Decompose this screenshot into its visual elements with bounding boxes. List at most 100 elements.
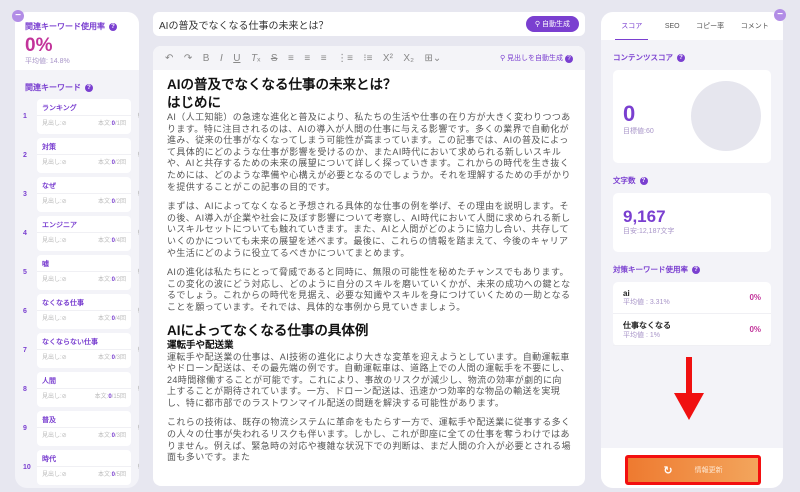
help-icon[interactable]: ? xyxy=(565,55,573,63)
tab-score[interactable]: スコア xyxy=(615,12,649,40)
flag-icon[interactable]: ⚑ xyxy=(137,346,139,354)
keyword-name: 対策 xyxy=(37,138,131,155)
body-target: /1回 xyxy=(114,121,126,127)
help-icon[interactable]: ? xyxy=(85,84,93,92)
collapse-right-icon[interactable]: − xyxy=(774,9,786,21)
auto-generate-label: 自動生成 xyxy=(542,21,570,28)
article-editor[interactable]: ↶ ↷ B I U Tₓ S ≡ ≡ ≡ ⋮≡ ⁝≡ X² X₂ ⊞⌄ ⚲ 見出… xyxy=(153,46,585,486)
flag-icon[interactable]: ⚑ xyxy=(137,307,139,315)
keyword-item[interactable]: 4 エンジニア 見出し:⊘ 本文:0/4回 ⚑ xyxy=(15,214,139,253)
keyword-item[interactable]: 1 ランキング 見出し:⊘ 本文:0/1回 ⚑ xyxy=(15,97,139,136)
rate-average: 平均値: 14.8% xyxy=(25,58,70,65)
tab-seo[interactable]: SEO xyxy=(665,23,680,30)
keyword-name: なくなる仕事 xyxy=(37,294,131,311)
keyword-card: なくなる仕事 見出し:⊘ 本文:0/4回 xyxy=(37,294,131,329)
check-icon: ⊘ xyxy=(61,472,67,478)
strikethrough-icon[interactable]: S xyxy=(271,53,278,64)
subscript-icon[interactable]: X₂ xyxy=(403,53,414,64)
flag-icon[interactable]: ⚑ xyxy=(137,151,139,159)
rate-title-label: 関連キーワード使用率 xyxy=(25,22,105,31)
related-keywords-panel: 関連キーワード使用率? 0% 平均値: 14.8% 関連キーワード? 1 ランキ… xyxy=(15,12,139,488)
check-icon: ⊘ xyxy=(61,160,67,166)
help-icon[interactable]: ? xyxy=(639,176,648,185)
table-icon[interactable]: ⊞⌄ xyxy=(424,53,441,64)
flag-icon[interactable]: ⚑ xyxy=(137,112,139,120)
keyword-item[interactable]: 6 なくなる仕事 見出し:⊘ 本文:0/4回 ⚑ xyxy=(15,292,139,331)
update-label: 情報更新 xyxy=(694,467,723,474)
collapse-left-icon[interactable]: − xyxy=(12,10,24,22)
keyword-card: 普及 見出し:⊘ 本文:0/3回 xyxy=(37,411,131,446)
align-right-icon[interactable]: ≡ xyxy=(321,53,327,64)
flag-icon[interactable]: ⚑ xyxy=(137,229,139,237)
keyword-number: 4 xyxy=(23,230,27,237)
help-icon[interactable]: ? xyxy=(677,53,685,62)
heading-usage: 見出し:⊘ xyxy=(42,237,67,245)
body-target: /4回 xyxy=(114,316,126,322)
keyword-number: 2 xyxy=(23,152,27,159)
heading-usage: 見出し:⊘ xyxy=(42,471,67,479)
content-score-label: コンテンツスコア xyxy=(613,53,673,62)
keyword-number: 7 xyxy=(23,347,27,354)
keyword-item[interactable]: 3 なぜ 見出し:⊘ 本文:0/2回 ⚑ xyxy=(15,175,139,214)
flag-icon[interactable]: ⚑ xyxy=(137,268,139,276)
align-center-icon[interactable]: ≡ xyxy=(304,53,310,64)
keyword-average: 平均値 : 1% xyxy=(623,331,660,339)
redo-icon[interactable]: ↷ xyxy=(184,53,192,64)
italic-icon[interactable]: I xyxy=(220,53,223,64)
keyword-item[interactable]: 5 嘘 見出し:⊘ 本文:0/2回 ⚑ xyxy=(15,253,139,292)
check-icon: ⊘ xyxy=(61,238,67,244)
title-field[interactable]: AIの普及でなくなる仕事の未来とは？ ⚲ 自動生成 xyxy=(153,12,585,36)
keyword-card: エンジニア 見出し:⊘ 本文:0/4回 xyxy=(37,216,131,251)
underline-icon[interactable]: U xyxy=(233,53,240,64)
check-icon: ⊘ xyxy=(61,121,67,127)
body-usage: 本文:0/15回 xyxy=(95,393,126,401)
align-left-icon[interactable]: ≡ xyxy=(288,53,294,64)
keyword-number: 10 xyxy=(23,464,31,471)
auto-generate-title-button[interactable]: ⚲ 自動生成 xyxy=(525,16,579,32)
body-usage: 本文:0/4回 xyxy=(98,315,126,323)
keyword-name: ai xyxy=(623,288,630,298)
heading-usage: 見出し:⊘ xyxy=(42,432,67,440)
keyword-card: なくならない仕事 見出し:⊘ 本文:0/3回 xyxy=(37,333,131,368)
heading-usage: 見出し:⊘ xyxy=(42,198,67,206)
flag-icon[interactable]: ⚑ xyxy=(137,424,139,432)
editor-body[interactable]: AIの普及でなくなる仕事の未来とは？ はじめに AI（人工知能）の急速な進化と普… xyxy=(153,70,585,464)
body-usage: 本文:0/3回 xyxy=(98,432,126,440)
clear-format-icon[interactable]: Tₓ xyxy=(251,53,260,64)
keyword-card: 時代 見出し:⊘ 本文:0/5回 xyxy=(37,450,131,485)
auto-generate-headings-button[interactable]: ⚲ 見出しを自動生成 ? xyxy=(500,53,573,63)
keyword-item[interactable]: 9 普及 見出し:⊘ 本文:0/3回 ⚑ xyxy=(15,409,139,448)
heading-usage: 見出し:⊘ xyxy=(42,315,67,323)
keyword-item[interactable]: 8 人間 見出し:⊘ 本文:0/15回 ⚑ xyxy=(15,370,139,409)
body-target: /3回 xyxy=(114,433,126,439)
keyword-card: ランキング 見出し:⊘ 本文:0/1回 xyxy=(37,99,131,134)
bullet-list-icon[interactable]: ⁝≡ xyxy=(363,53,372,64)
flag-icon[interactable]: ⚑ xyxy=(137,463,139,471)
help-icon[interactable]: ? xyxy=(692,265,700,274)
keyword-item[interactable]: 10 時代 見出し:⊘ 本文:0/5回 ⚑ xyxy=(15,448,139,487)
bold-icon[interactable]: B xyxy=(203,53,210,64)
keyword-item[interactable]: 7 なくならない仕事 見出し:⊘ 本文:0/3回 ⚑ xyxy=(15,331,139,370)
keyword-list-label: 関連キーワード xyxy=(25,83,81,92)
title-input[interactable]: AIの普及でなくなる仕事の未来とは？ xyxy=(159,17,328,32)
target-keyword-row: ai 平均値 : 3.31% 0% xyxy=(613,282,771,314)
ordered-list-icon[interactable]: ⋮≡ xyxy=(337,53,353,64)
tab-copy-rate[interactable]: コピー率 xyxy=(696,21,724,31)
flag-icon[interactable]: ⚑ xyxy=(137,385,139,393)
superscript-icon[interactable]: X² xyxy=(383,53,393,64)
heading-label: 見出し: xyxy=(42,433,62,439)
update-info-button[interactable]: ↻ 情報更新 xyxy=(625,455,761,485)
keyword-name: 時代 xyxy=(37,450,131,467)
keyword-name: なくならない仕事 xyxy=(37,333,131,350)
flag-icon[interactable]: ⚑ xyxy=(137,190,139,198)
body-target: /4回 xyxy=(114,238,126,244)
keyword-item[interactable]: 2 対策 見出し:⊘ 本文:0/2回 ⚑ xyxy=(15,136,139,175)
body-target: /2回 xyxy=(114,160,126,166)
help-icon[interactable]: ? xyxy=(109,23,117,31)
tab-comment[interactable]: コメント xyxy=(741,21,769,31)
refresh-icon: ↻ xyxy=(663,464,673,477)
undo-icon[interactable]: ↶ xyxy=(165,53,173,64)
char-count-value: 9,167 xyxy=(623,207,666,226)
related-keyword-rate: 0% xyxy=(25,35,53,56)
body-label: 本文: xyxy=(97,277,112,283)
